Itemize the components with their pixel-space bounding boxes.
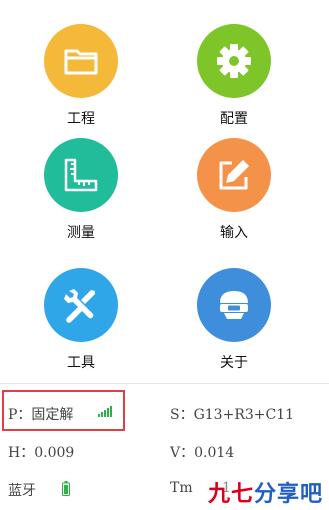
menu-tools[interactable]: 工具 — [21, 268, 141, 372]
vertical-precision: V：0.014 — [170, 445, 235, 461]
battery-icon — [62, 481, 70, 496]
tools-icon — [64, 289, 95, 323]
menu-measure[interactable]: 测量 — [21, 138, 141, 242]
watermark-logo: 九七分享吧 — [207, 482, 323, 507]
time-label: Tm — [170, 480, 193, 496]
project-button[interactable] — [44, 24, 118, 98]
receiver-icon — [220, 291, 248, 319]
gear-icon — [217, 44, 251, 78]
horizontal-precision: H：0.009 — [8, 445, 75, 461]
menu-project[interactable]: 工程 — [21, 24, 141, 128]
menu-input[interactable]: 输入 — [174, 138, 294, 242]
menu-about[interactable]: 关于 — [174, 268, 294, 372]
edit-icon — [219, 160, 249, 190]
ruler-icon — [64, 158, 98, 192]
bluetooth-label: 蓝牙 — [8, 483, 36, 499]
solution-status: P：固定解 — [8, 407, 74, 423]
measure-button[interactable] — [44, 138, 118, 212]
folder-icon — [64, 49, 98, 75]
menu-label-config: 配置 — [220, 111, 248, 127]
about-button[interactable] — [197, 268, 271, 342]
input-button[interactable] — [197, 138, 271, 212]
menu-label-input: 输入 — [220, 225, 248, 241]
menu-label-tools: 工具 — [67, 355, 95, 371]
tools-button[interactable] — [44, 268, 118, 342]
config-button[interactable] — [197, 24, 271, 98]
divider — [0, 383, 329, 384]
menu-label-project: 工程 — [67, 111, 95, 127]
menu-label-about: 关于 — [220, 355, 248, 371]
satellite-count: S：G13+R3+C11 — [170, 407, 295, 423]
signal-icon — [98, 406, 112, 417]
menu-label-measure: 测量 — [67, 225, 95, 241]
menu-config[interactable]: 配置 — [174, 24, 294, 128]
